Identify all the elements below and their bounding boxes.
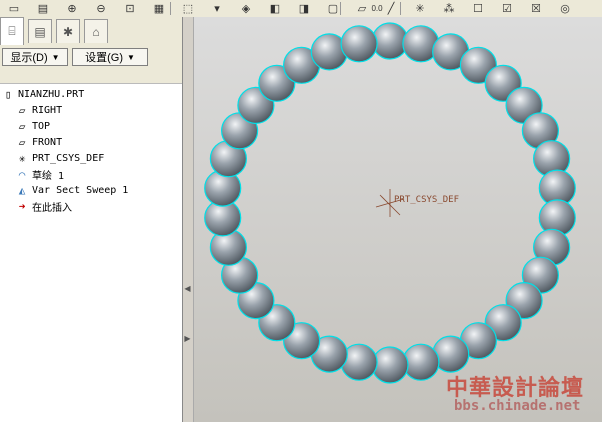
favorites-tab[interactable]: ✱ bbox=[56, 19, 80, 43]
zoom-in-icon[interactable]: ⊕ bbox=[62, 0, 82, 16]
toolbar-separator bbox=[340, 2, 341, 15]
zoom-out-icon[interactable]: ⊖ bbox=[91, 0, 111, 16]
display-dropdown-label: 显示(D) bbox=[10, 52, 48, 64]
model-tree-tab[interactable]: ⌸ bbox=[0, 17, 24, 45]
navigator-tabs: ⌸ ▤ ✱ ⌂ bbox=[0, 17, 182, 45]
sweep-icon: ◭ bbox=[18, 184, 26, 197]
bead-ring-model[interactable] bbox=[194, 17, 602, 422]
connections-icon: ⌂ bbox=[92, 24, 100, 39]
tree-item[interactable]: ➜ 在此插入 bbox=[14, 199, 72, 214]
tree-item-label: Var Sect Sweep 1 bbox=[32, 185, 129, 196]
connections-tab[interactable]: ⌂ bbox=[84, 19, 108, 43]
hidden-line-icon[interactable]: ◧ bbox=[265, 0, 285, 16]
tree-item[interactable]: ▯ NIANZHU.PRT bbox=[0, 87, 85, 102]
folder-icon: ▤ bbox=[34, 24, 46, 39]
tree-item[interactable]: ⌒ 草绘 1 bbox=[14, 167, 64, 182]
watermark: 中華設計論壇 bbs.chinade.net bbox=[446, 370, 602, 420]
display-dropdown[interactable]: 显示(D) ▼ bbox=[2, 48, 68, 66]
datum-plane-icon: ▱ bbox=[18, 120, 26, 133]
preview-icon[interactable]: ◎ bbox=[555, 0, 575, 16]
tree-item[interactable]: ✳ PRT_CSYS_DEF bbox=[14, 151, 105, 166]
settings-dropdown-label: 设置(G) bbox=[85, 52, 123, 64]
insert-here-icon: ➜ bbox=[18, 200, 26, 213]
tolerance-readout: 0.0 bbox=[371, 3, 383, 13]
shading-icon[interactable]: ◈ bbox=[236, 0, 256, 16]
toolbar-separator bbox=[400, 2, 401, 15]
favorites-icon: ✱ bbox=[62, 24, 74, 39]
tree-item-label: FRONT bbox=[32, 137, 63, 148]
model-tree-controls: 显示(D) ▼ 设置(G) ▼ bbox=[0, 45, 182, 69]
csys-label: PRT_CSYS_DEF bbox=[394, 195, 460, 205]
graphics-viewport[interactable]: PRT_CSYS_DEF 中華設計論壇 bbs.chinade.net bbox=[194, 17, 602, 422]
tree-item[interactable]: ▱ FRONT bbox=[14, 135, 62, 150]
open-icon[interactable]: ▤ bbox=[33, 0, 53, 16]
no-hidden-icon[interactable]: ◨ bbox=[294, 0, 314, 16]
part-icon: ▯ bbox=[4, 88, 12, 101]
panel-splitter[interactable]: ◀ ▶ bbox=[183, 17, 194, 422]
main-toolbar: ▭ ▤ ⊕ ⊖ ⊡ ▦ ⬚ ▾ ◈ ◧ ◨ ▢ ▱ ╱ ✳ ⁂ ☐ ☑ ☒ ◎ 0.0 bbox=[0, 0, 602, 18]
settings-dropdown[interactable]: 设置(G) ▼ bbox=[72, 48, 148, 66]
expand-right-icon[interactable]: ▶ bbox=[184, 333, 191, 343]
datum-plane-icon: ▱ bbox=[18, 104, 26, 117]
chevron-down-icon: ▼ bbox=[126, 52, 135, 62]
new-icon[interactable]: ▭ bbox=[4, 0, 24, 16]
tree-item-label: NIANZHU.PRT bbox=[18, 89, 85, 100]
sketch-icon: ⌒ bbox=[18, 168, 26, 181]
tree-item[interactable]: ◭ Var Sect Sweep 1 bbox=[14, 183, 129, 198]
orient-icon[interactable]: ⬚ bbox=[178, 0, 198, 16]
datum-plane-icon: ▱ bbox=[18, 136, 26, 149]
watermark-url: bbs.chinade.net bbox=[454, 398, 581, 414]
cancel-icon[interactable]: ☒ bbox=[526, 0, 546, 16]
tree-item-label: 草绘 1 bbox=[32, 171, 65, 182]
select-icon[interactable]: ☐ bbox=[468, 0, 488, 16]
toolbar-separator bbox=[170, 2, 171, 15]
csys-icon: ✳ bbox=[18, 152, 26, 165]
tree-item-label: TOP bbox=[32, 121, 51, 132]
csys-icon[interactable]: ✳ bbox=[410, 0, 430, 16]
tree-item-label: RIGHT bbox=[32, 105, 63, 116]
tree-item-label: 在此插入 bbox=[32, 203, 72, 214]
saved-views-icon[interactable]: ▾ bbox=[207, 0, 227, 16]
folder-tab[interactable]: ▤ bbox=[28, 19, 52, 43]
tree-item-label: PRT_CSYS_DEF bbox=[32, 153, 105, 164]
tree-item[interactable]: ▱ RIGHT bbox=[14, 103, 62, 118]
tree-header bbox=[0, 69, 182, 84]
spin-center-icon[interactable]: ⁂ bbox=[439, 0, 459, 16]
model-tree-icon: ⌸ bbox=[8, 24, 16, 38]
bead[interactable] bbox=[340, 25, 378, 63]
navigator-panel: ⌸ ▤ ✱ ⌂ 显示(D) ▼ 设置(G) ▼ ▯ NIANZHU.PRT ▱ RIGHT ▱… bbox=[0, 17, 183, 422]
collapse-left-icon[interactable]: ◀ bbox=[184, 283, 191, 293]
chevron-down-icon: ▼ bbox=[51, 52, 60, 62]
tree-item[interactable]: ▱ TOP bbox=[14, 119, 50, 134]
repaint-icon[interactable]: ▦ bbox=[149, 0, 169, 16]
refit-icon[interactable]: ⊡ bbox=[120, 0, 140, 16]
accept-icon[interactable]: ☑ bbox=[497, 0, 517, 16]
